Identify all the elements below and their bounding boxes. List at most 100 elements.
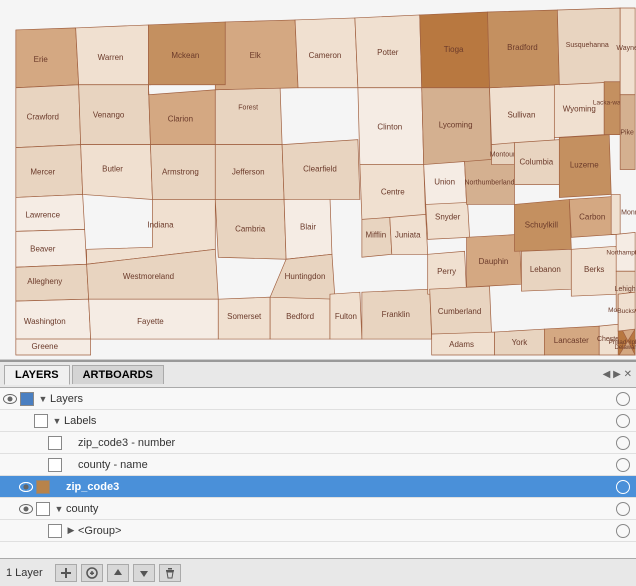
eye-icon-layers[interactable] xyxy=(2,391,18,407)
layer-name-county: county xyxy=(66,503,616,515)
layer-circle-zip-code3 xyxy=(616,480,630,494)
panel-footer: 1 Layer xyxy=(0,558,636,586)
layer-circle-zip-number xyxy=(616,436,630,450)
layer-row-zip-number[interactable]: zip_code3 - number xyxy=(0,432,636,454)
layer-row-county-name[interactable]: county - name xyxy=(0,454,636,476)
layer-name-zip-code3: zip_code3 xyxy=(66,481,616,493)
svg-text:Huntingdon: Huntingdon xyxy=(285,272,326,281)
layer-row-group[interactable]: <Group> xyxy=(0,520,636,542)
svg-text:Elk: Elk xyxy=(250,51,261,60)
svg-text:Susquehanna: Susquehanna xyxy=(566,42,609,49)
color-swatch-group xyxy=(48,524,62,538)
layer-circle-county-name xyxy=(616,458,630,472)
svg-text:Westmoreland: Westmoreland xyxy=(123,272,174,281)
svg-text:Greene: Greene xyxy=(31,342,58,351)
svg-text:Pike: Pike xyxy=(620,130,634,137)
tab-artboards[interactable]: ARTBOARDS xyxy=(72,365,164,384)
svg-text:Perry: Perry xyxy=(437,267,456,276)
layer-circle-labels xyxy=(616,414,630,428)
svg-text:Indiana: Indiana xyxy=(147,220,174,229)
svg-text:Franklin: Franklin xyxy=(382,310,410,319)
layer-name-labels: Labels xyxy=(64,415,616,427)
layer-circle-county xyxy=(616,502,630,516)
new-layer-button[interactable] xyxy=(55,564,77,582)
map-container: Erie Crawford Mercer Lawrence Beaver All… xyxy=(0,0,636,360)
svg-text:Blair: Blair xyxy=(300,222,316,231)
color-swatch-county-name xyxy=(48,458,62,472)
svg-text:Fayette: Fayette xyxy=(137,317,164,326)
svg-text:Tioga: Tioga xyxy=(444,45,464,54)
svg-text:Mckean: Mckean xyxy=(171,51,199,60)
svg-text:Cameron: Cameron xyxy=(309,51,342,60)
svg-text:Somerset: Somerset xyxy=(227,312,262,321)
layer-name-zip-number: zip_code3 - number xyxy=(78,437,616,449)
svg-text:Washington: Washington xyxy=(24,317,66,326)
svg-text:Potter: Potter xyxy=(377,48,399,57)
expand-layers[interactable] xyxy=(36,392,50,406)
color-swatch-county xyxy=(36,502,50,516)
svg-text:Northampton: Northampton xyxy=(606,249,636,256)
color-swatch-zip-number xyxy=(48,436,62,450)
tab-layers[interactable]: LAYERS xyxy=(4,365,70,385)
svg-text:Warren: Warren xyxy=(98,53,124,62)
map-svg: Erie Crawford Mercer Lawrence Beaver All… xyxy=(0,0,636,359)
svg-text:Wyoming: Wyoming xyxy=(563,105,596,114)
layer-row-county[interactable]: county xyxy=(0,498,636,520)
svg-text:Jefferson: Jefferson xyxy=(232,168,265,177)
svg-text:Union: Union xyxy=(434,177,455,186)
svg-text:Berks: Berks xyxy=(584,265,604,274)
svg-text:Crawford: Crawford xyxy=(27,113,59,122)
delete-layer-button[interactable] xyxy=(159,564,181,582)
layer-row-layers[interactable]: Layers xyxy=(0,388,636,410)
layer-name-group: <Group> xyxy=(78,525,616,537)
layer-name-county-name: county - name xyxy=(78,459,616,471)
svg-text:Monroe: Monroe xyxy=(621,209,636,216)
color-swatch-zip-code3 xyxy=(36,480,50,494)
color-swatch-layers xyxy=(20,392,34,406)
svg-text:Adams: Adams xyxy=(449,340,474,349)
svg-text:Lawrence: Lawrence xyxy=(25,210,60,219)
svg-text:Allegheny: Allegheny xyxy=(27,277,62,286)
svg-text:Snyder: Snyder xyxy=(435,212,461,221)
layer-circle-group xyxy=(616,524,630,538)
svg-text:Wayne: Wayne xyxy=(616,45,636,52)
svg-text:Fulton: Fulton xyxy=(335,312,357,321)
svg-text:Erie: Erie xyxy=(34,55,49,64)
move-down-button[interactable] xyxy=(133,564,155,582)
layer-row-labels[interactable]: Labels xyxy=(0,410,636,432)
svg-text:Northumberland: Northumberland xyxy=(465,179,515,186)
move-up-button[interactable] xyxy=(107,564,129,582)
svg-text:Columbia: Columbia xyxy=(520,158,554,167)
svg-text:Beaver: Beaver xyxy=(30,244,56,253)
svg-text:Lycoming: Lycoming xyxy=(439,121,473,130)
panel-collapse-arrows[interactable]: ◀ ▶ ✕ xyxy=(603,369,632,380)
svg-text:Armstrong: Armstrong xyxy=(162,168,199,177)
expand-group[interactable] xyxy=(64,524,78,538)
color-swatch-labels xyxy=(34,414,48,428)
layers-panel: LAYERS ARTBOARDS ◀ ▶ ✕ Layers Labels xyxy=(0,360,636,586)
eye-icon-county[interactable] xyxy=(18,501,34,517)
layer-circle-layers xyxy=(616,392,630,406)
svg-text:Centre: Centre xyxy=(381,187,405,196)
expand-county[interactable] xyxy=(52,502,66,516)
svg-text:Luzerne: Luzerne xyxy=(570,161,599,170)
layer-name-layers: Layers xyxy=(50,393,616,405)
svg-text:Bucks: Bucks xyxy=(617,308,635,315)
eye-icon-zip-code3[interactable] xyxy=(18,479,34,495)
svg-text:Sullivan: Sullivan xyxy=(507,111,535,120)
expand-labels[interactable] xyxy=(50,414,64,428)
layers-content: Layers Labels zip_code3 - number county … xyxy=(0,388,636,558)
svg-text:Delaware: Delaware xyxy=(615,345,636,351)
svg-text:Bedford: Bedford xyxy=(286,312,314,321)
svg-text:Mercer: Mercer xyxy=(30,168,55,177)
add-sublayer-button[interactable] xyxy=(81,564,103,582)
svg-text:Forest: Forest xyxy=(238,105,258,112)
footer-status: 1 Layer xyxy=(6,567,43,579)
layer-row-zip-code3[interactable]: zip_code3 xyxy=(0,476,636,498)
svg-text:Clarion: Clarion xyxy=(168,115,193,124)
svg-text:Montour: Montour xyxy=(490,152,516,159)
svg-text:Lancaster: Lancaster xyxy=(554,336,589,345)
svg-text:Clinton: Clinton xyxy=(377,123,402,132)
svg-text:Clearfield: Clearfield xyxy=(303,165,337,174)
svg-text:Butler: Butler xyxy=(102,165,123,174)
